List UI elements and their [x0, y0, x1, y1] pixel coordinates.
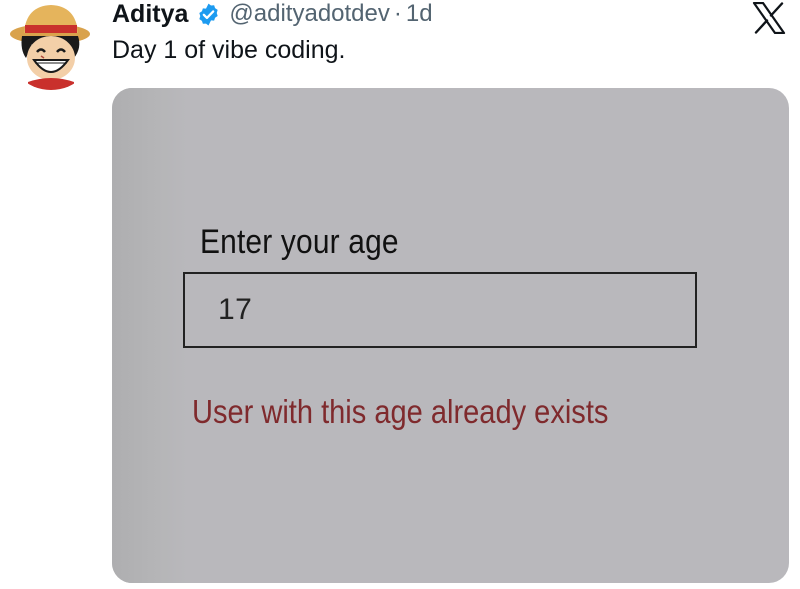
- avatar[interactable]: [6, 0, 96, 90]
- meta-separator: ·: [393, 0, 402, 27]
- age-input: 17: [183, 272, 697, 348]
- age-input-value: 17: [218, 293, 253, 326]
- verified-badge-icon: [196, 2, 221, 27]
- post-timestamp[interactable]: 1d: [406, 0, 433, 28]
- tweet: Aditya @adityadotdev · 1d Day 1 of vibe …: [0, 0, 800, 589]
- media-left-edge: [112, 88, 188, 583]
- post-media-image[interactable]: Enter your age 17 User with this age alr…: [112, 88, 789, 583]
- age-error-message: User with this age already exists: [192, 393, 609, 430]
- post-header: Aditya @adityadotdev · 1d: [112, 0, 433, 32]
- age-field-label: Enter your age: [200, 223, 399, 261]
- post-text: Day 1 of vibe coding.: [112, 36, 346, 64]
- author-handle[interactable]: @adityadotdev: [229, 0, 389, 28]
- x-logo-icon[interactable]: [752, 1, 786, 35]
- straw-hat-avatar-icon: [6, 0, 96, 90]
- author-display-name[interactable]: Aditya: [112, 0, 188, 29]
